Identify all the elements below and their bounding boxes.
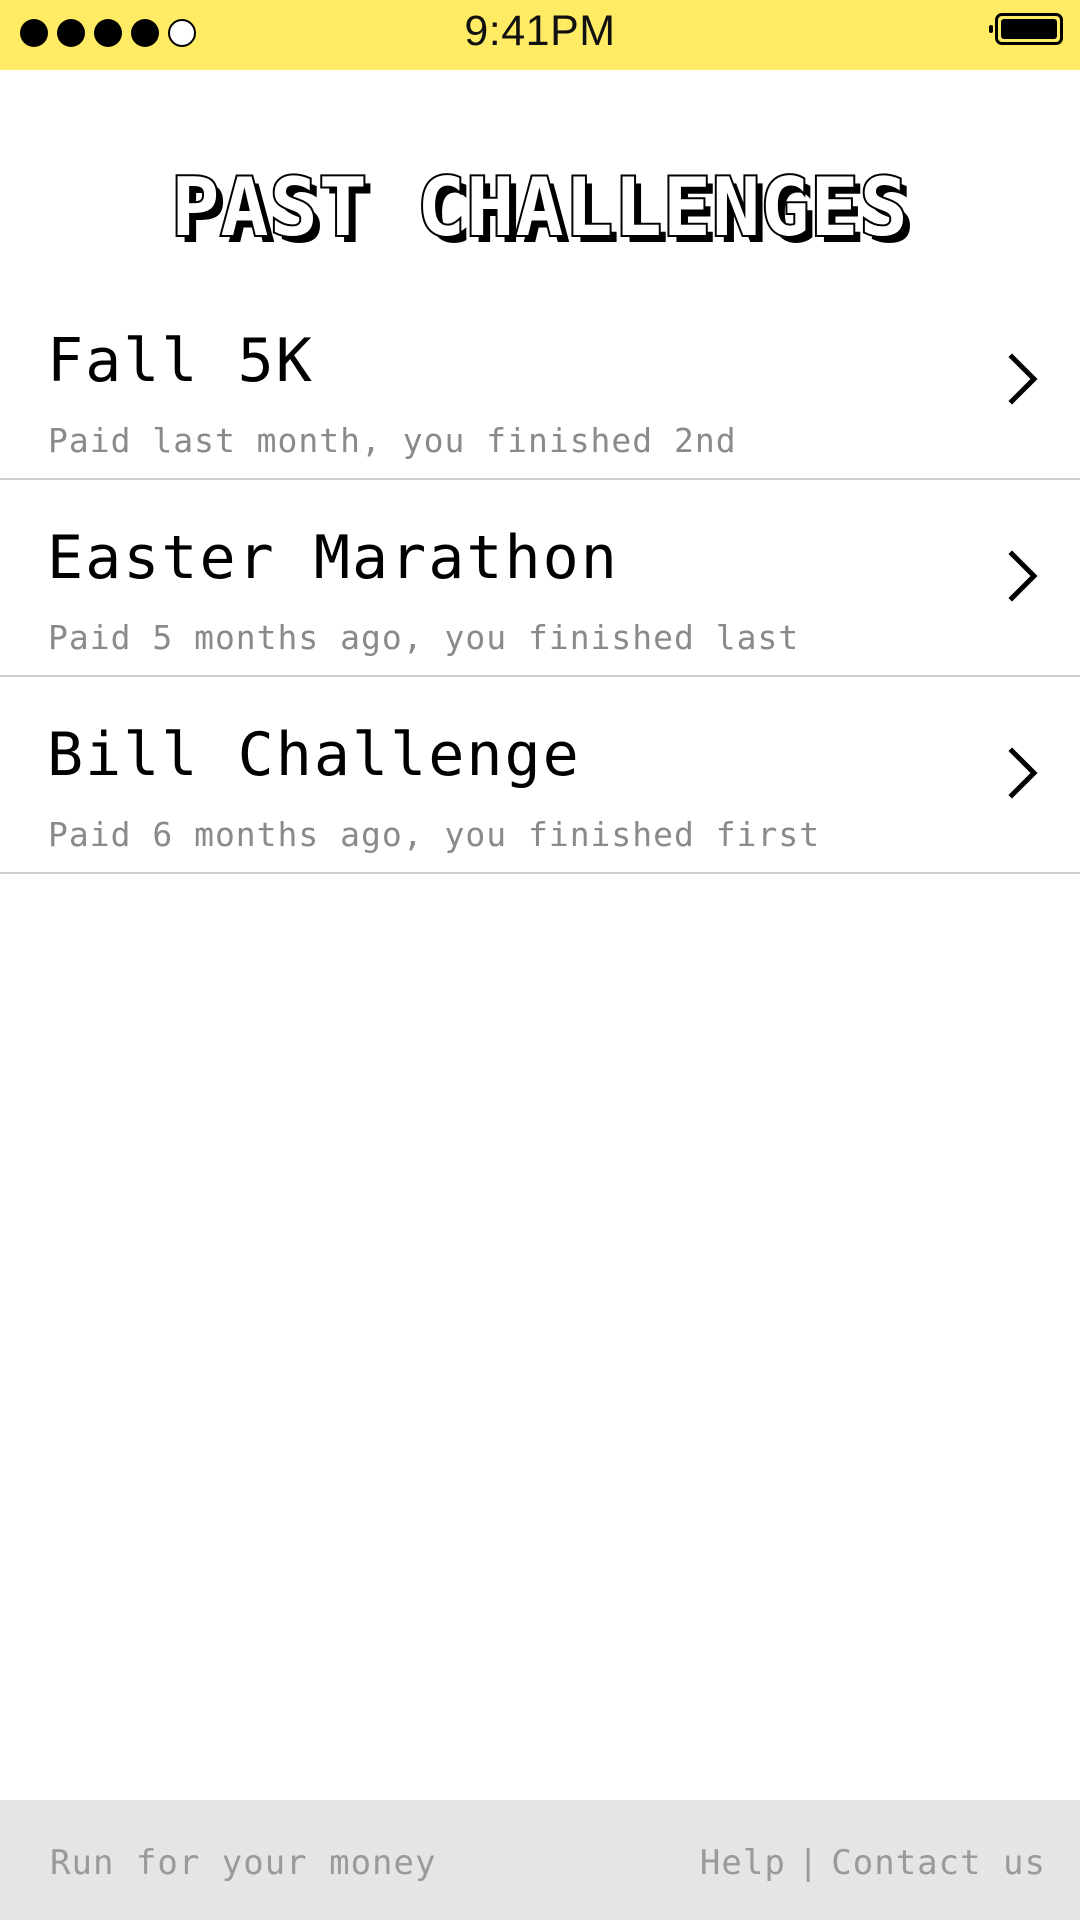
challenge-subtitle: Paid 5 months ago, you finished last bbox=[48, 618, 800, 657]
battery-fill bbox=[1001, 19, 1057, 39]
status-time: 9:41PM bbox=[464, 7, 616, 55]
challenge-title: Bill Challenge bbox=[47, 720, 581, 790]
battery-nub bbox=[989, 25, 993, 33]
help-link[interactable]: Help bbox=[700, 1843, 786, 1883]
chevron-right-icon[interactable] bbox=[1008, 353, 1038, 405]
challenge-list: Fall 5K Paid last month, you finished 2n… bbox=[0, 283, 1080, 874]
challenge-title: Fall 5K bbox=[47, 326, 314, 396]
status-bar: 9:41PM bbox=[0, 0, 1080, 70]
chevron-right-icon[interactable] bbox=[1008, 550, 1038, 602]
challenge-item-easter-marathon[interactable]: Easter Marathon Paid 5 months ago, you f… bbox=[0, 480, 1080, 677]
challenge-subtitle: Paid last month, you finished 2nd bbox=[48, 421, 737, 460]
battery-icon bbox=[989, 13, 1063, 45]
challenge-item-fall-5k[interactable]: Fall 5K Paid last month, you finished 2n… bbox=[0, 283, 1080, 480]
footer: Run for your money Help | Contact us bbox=[0, 1800, 1080, 1920]
footer-tagline: Run for your money bbox=[50, 1843, 437, 1883]
challenge-subtitle: Paid 6 months ago, you finished first bbox=[48, 815, 821, 854]
challenge-title: Easter Marathon bbox=[47, 523, 619, 593]
footer-links: Help | Contact us bbox=[700, 1843, 1046, 1883]
challenge-item-bill-challenge[interactable]: Bill Challenge Paid 6 months ago, you fi… bbox=[0, 677, 1080, 874]
contact-us-link[interactable]: Contact us bbox=[831, 1843, 1046, 1883]
footer-separator: | bbox=[797, 1843, 820, 1883]
chevron-right-icon[interactable] bbox=[1008, 747, 1038, 799]
page-title: PAST CHALLENGES bbox=[169, 161, 909, 254]
